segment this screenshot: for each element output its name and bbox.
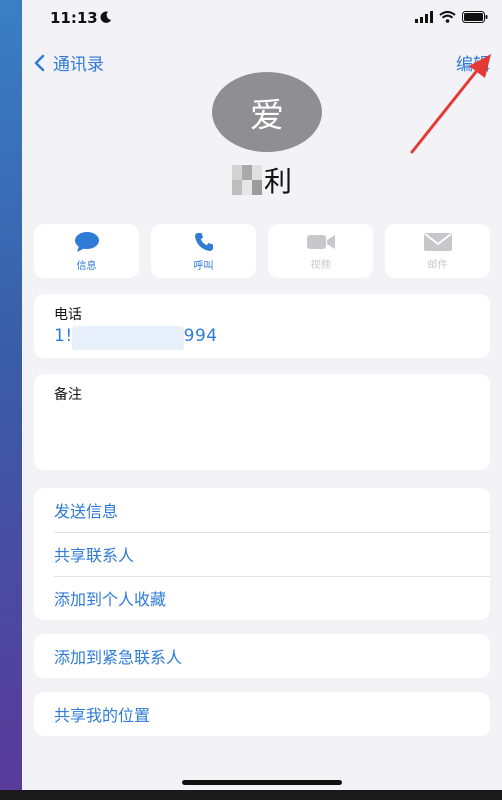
- avatar-initial: 爱: [250, 95, 284, 136]
- video-action-button[interactable]: 视频: [268, 224, 373, 278]
- moon-icon: [100, 11, 112, 23]
- cellular-signal-icon: [415, 11, 433, 23]
- share-contact-row[interactable]: 共享联系人: [34, 532, 490, 576]
- battery-icon: [462, 11, 488, 23]
- video-icon: [306, 234, 335, 249]
- add-to-favorites-row[interactable]: 添加到个人收藏: [34, 576, 490, 620]
- mail-action-label: 邮件: [427, 259, 448, 271]
- background-strip: [0, 0, 22, 800]
- status-time: 11:13: [50, 9, 98, 27]
- share-my-location-row[interactable]: 共享我的位置: [34, 692, 490, 736]
- status-icons: [415, 11, 488, 23]
- mail-action-button[interactable]: 邮件: [385, 224, 490, 278]
- phone-redaction-blur: [72, 326, 184, 350]
- message-action-button[interactable]: 信息: [34, 224, 139, 278]
- phone-number-suffix: 994: [183, 326, 218, 346]
- call-action-label: 呼叫: [193, 260, 214, 272]
- phone-number-prefix: 1!: [54, 326, 73, 346]
- mail-icon: [423, 232, 452, 251]
- send-message-row[interactable]: 发送信息: [34, 488, 490, 532]
- video-action-label: 视频: [310, 259, 331, 271]
- name-redaction-mosaic: [231, 165, 262, 195]
- notes-card[interactable]: 备注: [34, 374, 490, 470]
- wifi-icon: [439, 11, 456, 23]
- annotation-arrow-icon: [410, 54, 491, 154]
- emergency-contact-list: 添加到紧急联系人: [34, 634, 490, 678]
- back-button[interactable]: 通讯录: [34, 50, 104, 75]
- contact-detail-screen: 11:13 通讯录 爱 利 信息 呼叫 视频 邮件 电话 1! 994 备注 发…: [22, 0, 502, 790]
- contact-name-text: 利: [263, 165, 292, 198]
- share-location-list: 共享我的位置: [34, 692, 490, 736]
- phone-label: 电话: [54, 307, 82, 323]
- add-to-emergency-contacts-row[interactable]: 添加到紧急联系人: [34, 634, 490, 678]
- bottom-frame: [0, 790, 502, 800]
- quick-actions: 信息 呼叫 视频 邮件: [34, 224, 490, 278]
- notes-label: 备注: [54, 387, 82, 403]
- back-button-label: 通讯录: [53, 55, 104, 75]
- chevron-left-icon: [34, 54, 45, 71]
- phone-card: 电话 1! 994: [34, 294, 490, 358]
- status-bar: 11:13: [22, 0, 502, 38]
- home-indicator: [182, 780, 342, 785]
- contact-name: 利: [22, 160, 502, 200]
- call-action-button[interactable]: 呼叫: [151, 224, 256, 278]
- phone-icon: [194, 232, 213, 251]
- message-action-label: 信息: [76, 260, 97, 272]
- contact-avatar: 爱: [212, 72, 322, 152]
- contact-actions-list: 发送信息 共享联系人 添加到个人收藏: [34, 488, 490, 620]
- message-icon: [74, 231, 99, 252]
